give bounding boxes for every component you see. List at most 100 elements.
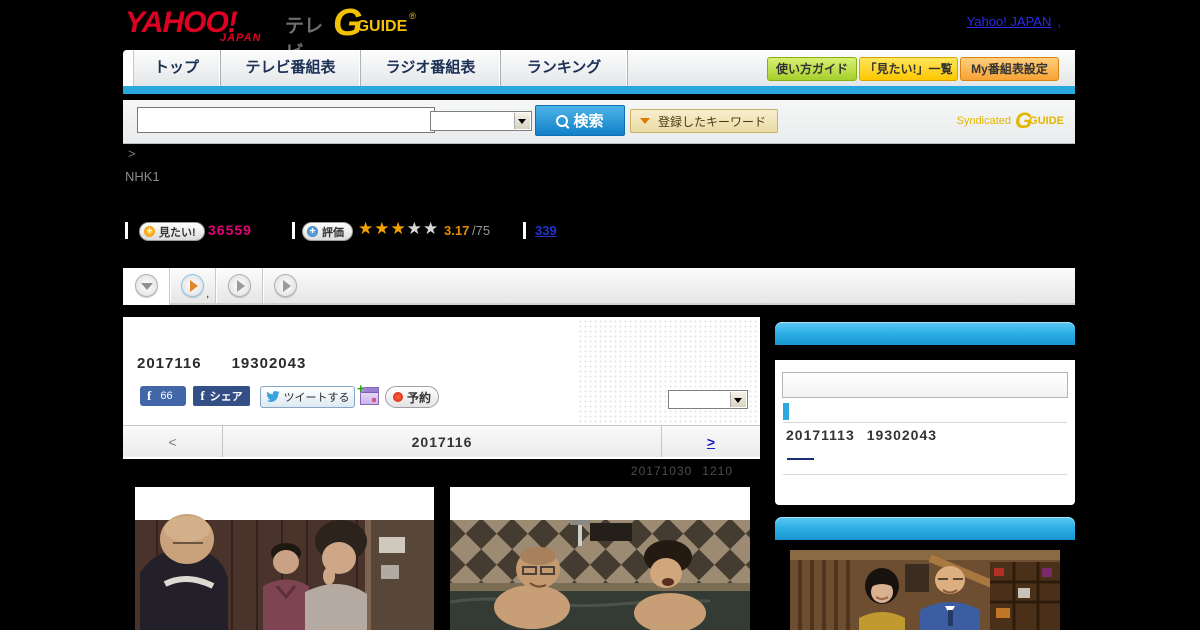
record-dot-icon (392, 392, 403, 402)
tab-mark: , (206, 286, 210, 300)
search-button[interactable]: 検索 (535, 105, 625, 136)
photo-scene-room (135, 487, 434, 630)
chevron-down-icon (640, 118, 650, 124)
facebook-icon: f (147, 388, 152, 403)
gguide-logo: GGUIDE® (333, 2, 463, 46)
sidebar-episode-date: 20171113 19302043 (786, 427, 937, 443)
my-listings-settings-button[interactable]: My番組表設定 (960, 57, 1059, 81)
gguide-word: GUIDE (356, 18, 408, 35)
search-category-select[interactable] (430, 111, 532, 131)
search-bar: 検索 登録したキーワード Syndicated GGUIDE (123, 100, 1075, 144)
updated-date: 20171030 (630, 464, 693, 478)
divider (783, 474, 1067, 475)
program-photo-right (450, 487, 750, 630)
search-icon (556, 114, 569, 127)
star-empty-icon: ★★ (406, 219, 440, 238)
reserve-label: 予約 (406, 390, 431, 405)
nav-tab-tv-listings[interactable]: テレビ番組表 (221, 50, 361, 86)
rate-button[interactable]: 評価 (302, 222, 353, 241)
sidebar-program-photo[interactable] (790, 550, 1060, 630)
rating-score: 3.17 (444, 223, 470, 238)
syndicated-label: Syndicated (956, 115, 1012, 127)
breadcrumb: > (128, 146, 136, 161)
sidebar-link-underline[interactable] (787, 456, 814, 460)
mitai-count: 36559 (208, 222, 252, 238)
content-tabs: , (123, 268, 1075, 305)
yahoo-tv-page: YAHOO! JAPAN テレビ GGUIDE® Yahoo! JAPAN, ト… (123, 0, 1075, 630)
day-navigation: < 2017116 > (123, 425, 760, 457)
header-link-suffix: , (1057, 14, 1061, 29)
dropdown-arrow-button[interactable] (730, 392, 746, 407)
dropdown-arrow-button[interactable] (514, 113, 530, 129)
review-count-link[interactable]: 339 (535, 223, 557, 238)
breadcrumb-channel: NHK1 (125, 169, 160, 184)
nav-tab-radio-listings[interactable]: ラジオ番組表 (361, 50, 501, 86)
registered-keywords-label: 登録したキーワード (658, 114, 767, 129)
star-rating: ★★★★★ (358, 219, 439, 239)
search-button-label: 検索 (573, 113, 604, 130)
program-detail-panel: 2017116 19302043 f 66 f シェア ツイートする + 予約 … (123, 317, 760, 459)
play-button[interactable] (274, 274, 297, 297)
divider (125, 222, 128, 239)
yahoo-japan-link[interactable]: Yahoo! JAPAN (967, 14, 1052, 29)
mitai-button[interactable]: 見たい! (139, 222, 205, 241)
plus-icon (144, 226, 155, 237)
divider (523, 222, 526, 239)
chevron-down-icon (141, 283, 153, 290)
program-date: 2017116 (137, 355, 202, 372)
divider (783, 422, 1067, 423)
plus-icon (307, 226, 318, 237)
divider (292, 222, 295, 239)
calendar-dot (372, 398, 376, 402)
sidebar-section-header (775, 322, 1075, 345)
collapse-button[interactable] (135, 274, 158, 297)
main-nav: トップ テレビ番組表 ラジオ番組表 ランキング 使い方ガイド 「見たい!」一覧 … (123, 50, 1075, 86)
updated-timestamp: 20171030 1210 (123, 464, 733, 478)
photo-scene-studio (790, 550, 1060, 630)
star-full-icon: ★★★ (358, 219, 407, 238)
facebook-icon: f (200, 388, 205, 403)
tweet-button[interactable]: ツイートする (260, 386, 355, 408)
reserve-button[interactable]: 予約 (385, 386, 439, 408)
reminder-select[interactable] (668, 390, 748, 409)
program-time: 19302043 (231, 355, 307, 372)
usage-guide-button[interactable]: 使い方ガイド (767, 57, 857, 81)
accent-bar (123, 86, 1075, 94)
facebook-like-button[interactable]: f 66 (140, 386, 186, 406)
mitai-label: 見たい! (159, 226, 196, 239)
facebook-share-button[interactable]: f シェア (193, 386, 250, 406)
registered-keywords-button[interactable]: 登録したキーワード (630, 109, 778, 133)
divider (169, 268, 170, 303)
registered-mark: ® (409, 11, 416, 21)
episode-date: 20171113 (786, 427, 855, 443)
divider (215, 268, 216, 303)
mitai-list-button[interactable]: 「見たい!」一覧 (859, 57, 958, 81)
chevron-down-icon (734, 398, 742, 403)
yahoo-japan-tv-logo[interactable]: YAHOO! JAPAN テレビ (125, 4, 325, 64)
next-day-link[interactable]: > (661, 426, 760, 457)
sidebar-episode-box: 20171113 19302043 (775, 360, 1075, 505)
chevron-down-icon (518, 119, 526, 124)
previous-day-button[interactable]: < (123, 426, 223, 457)
share-row: f 66 f シェア ツイートする 予約 (123, 386, 760, 408)
play-button[interactable] (228, 274, 251, 297)
sidebar-section-header (775, 517, 1075, 540)
program-photo-left (135, 487, 434, 630)
gguide-word: GUIDE (1029, 115, 1064, 127)
episode-time: 19302043 (866, 427, 938, 443)
play-button-active[interactable] (181, 274, 204, 297)
play-icon (237, 280, 245, 292)
divider (262, 268, 263, 303)
facebook-share-label: シェア (209, 391, 243, 403)
header-links: Yahoo! JAPAN, (967, 14, 1061, 29)
nav-tab-ranking[interactable]: ランキング (501, 50, 628, 86)
plus-icon (357, 381, 365, 396)
syndicated-gguide-logo: Syndicated GGUIDE (957, 108, 1067, 134)
search-input[interactable] (137, 107, 435, 133)
rate-label: 評価 (322, 226, 344, 239)
section-accent-bar (783, 403, 789, 420)
program-title: 2017116 19302043 (137, 355, 306, 372)
nav-tab-top[interactable]: トップ (133, 50, 221, 86)
calendar-add-icon[interactable] (360, 387, 379, 405)
photo-scene-bath (450, 487, 750, 630)
